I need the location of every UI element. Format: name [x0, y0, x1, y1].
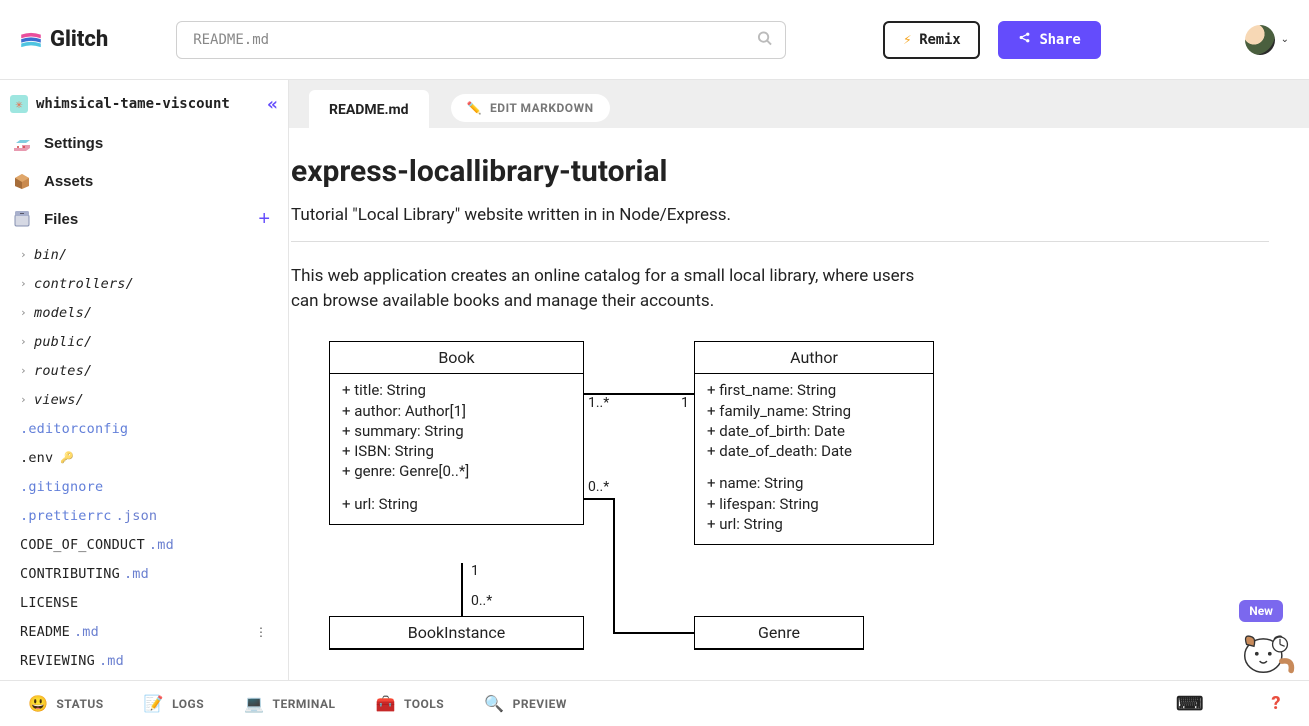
sidebar-settings[interactable]: Settings	[0, 124, 288, 162]
share-icon	[1018, 31, 1031, 48]
user-menu[interactable]: ⌄	[1245, 25, 1289, 55]
brand-name: Glitch	[50, 27, 108, 52]
project-icon: ✳	[10, 95, 28, 113]
uml-bookinstance-title: BookInstance	[330, 617, 583, 649]
file-item[interactable]: .gitignore⋮	[0, 472, 288, 501]
preview-icon: 🔍	[484, 694, 504, 713]
uml-class-book: Book + title: String+ author: Author[1]+…	[329, 341, 584, 525]
chevron-right-icon: ›	[20, 306, 30, 319]
tab-readme[interactable]: README.md	[309, 90, 429, 128]
bottom-bar: 😃STATUS 📝LOGS 💻TERMINAL 🧰TOOLS 🔍PREVIEW …	[0, 680, 1309, 726]
project-name: whimsical-tame-viscount	[36, 96, 259, 112]
share-label: Share	[1039, 32, 1080, 48]
doc-subtitle: Tutorial "Local Library" website written…	[291, 205, 1269, 242]
terminal-icon: 💻	[244, 694, 264, 713]
assets-label: Assets	[44, 173, 93, 190]
file-item[interactable]: REVIEWING.md⋮	[0, 646, 288, 675]
lightning-icon: ⚡	[903, 32, 911, 48]
file-item[interactable]: .editorconfig⋮	[0, 414, 288, 443]
doc-title: express-locallibrary-tutorial	[291, 154, 1269, 189]
file-item[interactable]: .env🔑⋮	[0, 443, 288, 472]
new-badge[interactable]: New	[1239, 600, 1283, 622]
file-tree: › bin/› controllers/› models/› public/› …	[0, 238, 288, 680]
file-item[interactable]: .prettierrc.json⋮	[0, 501, 288, 530]
remix-button[interactable]: ⚡ Remix	[883, 21, 980, 59]
chevron-down-icon: ⌄	[1281, 34, 1289, 45]
status-icon: 😃	[28, 694, 48, 713]
uml-book-title: Book	[330, 342, 583, 374]
content-pane: README.md ✏️ EDIT MARKDOWN express-local…	[289, 80, 1309, 680]
search-icon[interactable]	[757, 30, 772, 49]
uml-class-genre: Genre	[694, 616, 864, 650]
folder-item[interactable]: › routes/	[0, 356, 288, 385]
chevron-right-icon: ›	[20, 335, 30, 348]
glitch-logo[interactable]: Glitch	[20, 27, 108, 52]
tools-icon: 🧰	[376, 694, 396, 713]
terminal-button[interactable]: 💻TERMINAL	[244, 694, 335, 713]
top-nav: Glitch ⚡ Remix Share ⌄	[0, 0, 1309, 80]
pencil-icon: ✏️	[467, 101, 482, 115]
help-button[interactable]: ?	[1271, 693, 1281, 714]
uml-mult-book-instance-many: 0..*	[469, 593, 494, 609]
settings-label: Settings	[44, 135, 103, 152]
search-input[interactable]	[176, 21, 786, 59]
keyboard-shortcuts-button[interactable]: ⌨︎	[1176, 692, 1201, 715]
files-icon	[12, 209, 32, 229]
edit-markdown-button[interactable]: ✏️ EDIT MARKDOWN	[451, 94, 610, 122]
uml-mult-book-author-left: 1..*	[586, 395, 611, 411]
uml-mult-book-author-right: 1	[679, 395, 691, 411]
status-button[interactable]: 😃STATUS	[28, 694, 104, 713]
tab-bar: README.md ✏️ EDIT MARKDOWN	[289, 80, 1309, 128]
uml-author-title: Author	[695, 342, 933, 374]
project-selector[interactable]: ✳ whimsical-tame-viscount «	[0, 84, 288, 124]
avatar	[1245, 25, 1275, 55]
sidebar-assets[interactable]: Assets	[0, 162, 288, 200]
assets-icon	[12, 171, 32, 191]
file-item[interactable]: README.md⋮	[0, 617, 288, 646]
uml-mult-book-genre: 0..*	[586, 479, 611, 495]
file-item[interactable]: LICENSE⋮	[0, 588, 288, 617]
collapse-sidebar-icon[interactable]: «	[267, 94, 278, 115]
edit-markdown-label: EDIT MARKDOWN	[490, 101, 594, 115]
folder-item[interactable]: › models/	[0, 298, 288, 327]
glitch-logo-icon	[20, 32, 42, 48]
settings-icon	[12, 133, 32, 153]
files-label: Files	[44, 211, 78, 228]
uml-mult-book-instance-one: 1	[469, 563, 481, 579]
file-item[interactable]: CODE_OF_CONDUCT.md⋮	[0, 530, 288, 559]
doc-paragraph: This web application creates an online c…	[291, 264, 941, 313]
chevron-right-icon: ›	[20, 393, 30, 406]
folder-item[interactable]: › bin/	[0, 240, 288, 269]
document-viewer: express-locallibrary-tutorial Tutorial "…	[289, 128, 1309, 680]
logs-icon: 📝	[144, 694, 164, 713]
logs-button[interactable]: 📝LOGS	[144, 694, 204, 713]
uml-genre-title: Genre	[695, 617, 863, 649]
search-field-wrap	[176, 21, 786, 59]
preview-button[interactable]: 🔍PREVIEW	[484, 694, 567, 713]
folder-item[interactable]: › controllers/	[0, 269, 288, 298]
file-item[interactable]: CONTRIBUTING.md⋮	[0, 559, 288, 588]
share-button[interactable]: Share	[998, 21, 1100, 59]
file-more-icon[interactable]: ⋮	[255, 625, 268, 639]
chevron-right-icon: ›	[20, 277, 30, 290]
sidebar: ✳ whimsical-tame-viscount « Settings Ass…	[0, 80, 289, 680]
chevron-right-icon: ›	[20, 364, 30, 377]
folder-item[interactable]: › views/	[0, 385, 288, 414]
sidebar-files-header[interactable]: Files +	[0, 200, 288, 238]
tools-button[interactable]: 🧰TOOLS	[376, 694, 445, 713]
chevron-right-icon: ›	[20, 248, 30, 261]
add-file-button[interactable]: +	[258, 208, 276, 231]
remix-label: Remix	[919, 32, 960, 48]
uml-class-author: Author + first_name: String+ family_name…	[694, 341, 934, 545]
folder-item[interactable]: › public/	[0, 327, 288, 356]
key-icon: 🔑	[60, 451, 74, 464]
uml-diagram: Book + title: String+ author: Author[1]+…	[291, 341, 1269, 680]
uml-class-bookinstance: BookInstance	[329, 616, 584, 650]
